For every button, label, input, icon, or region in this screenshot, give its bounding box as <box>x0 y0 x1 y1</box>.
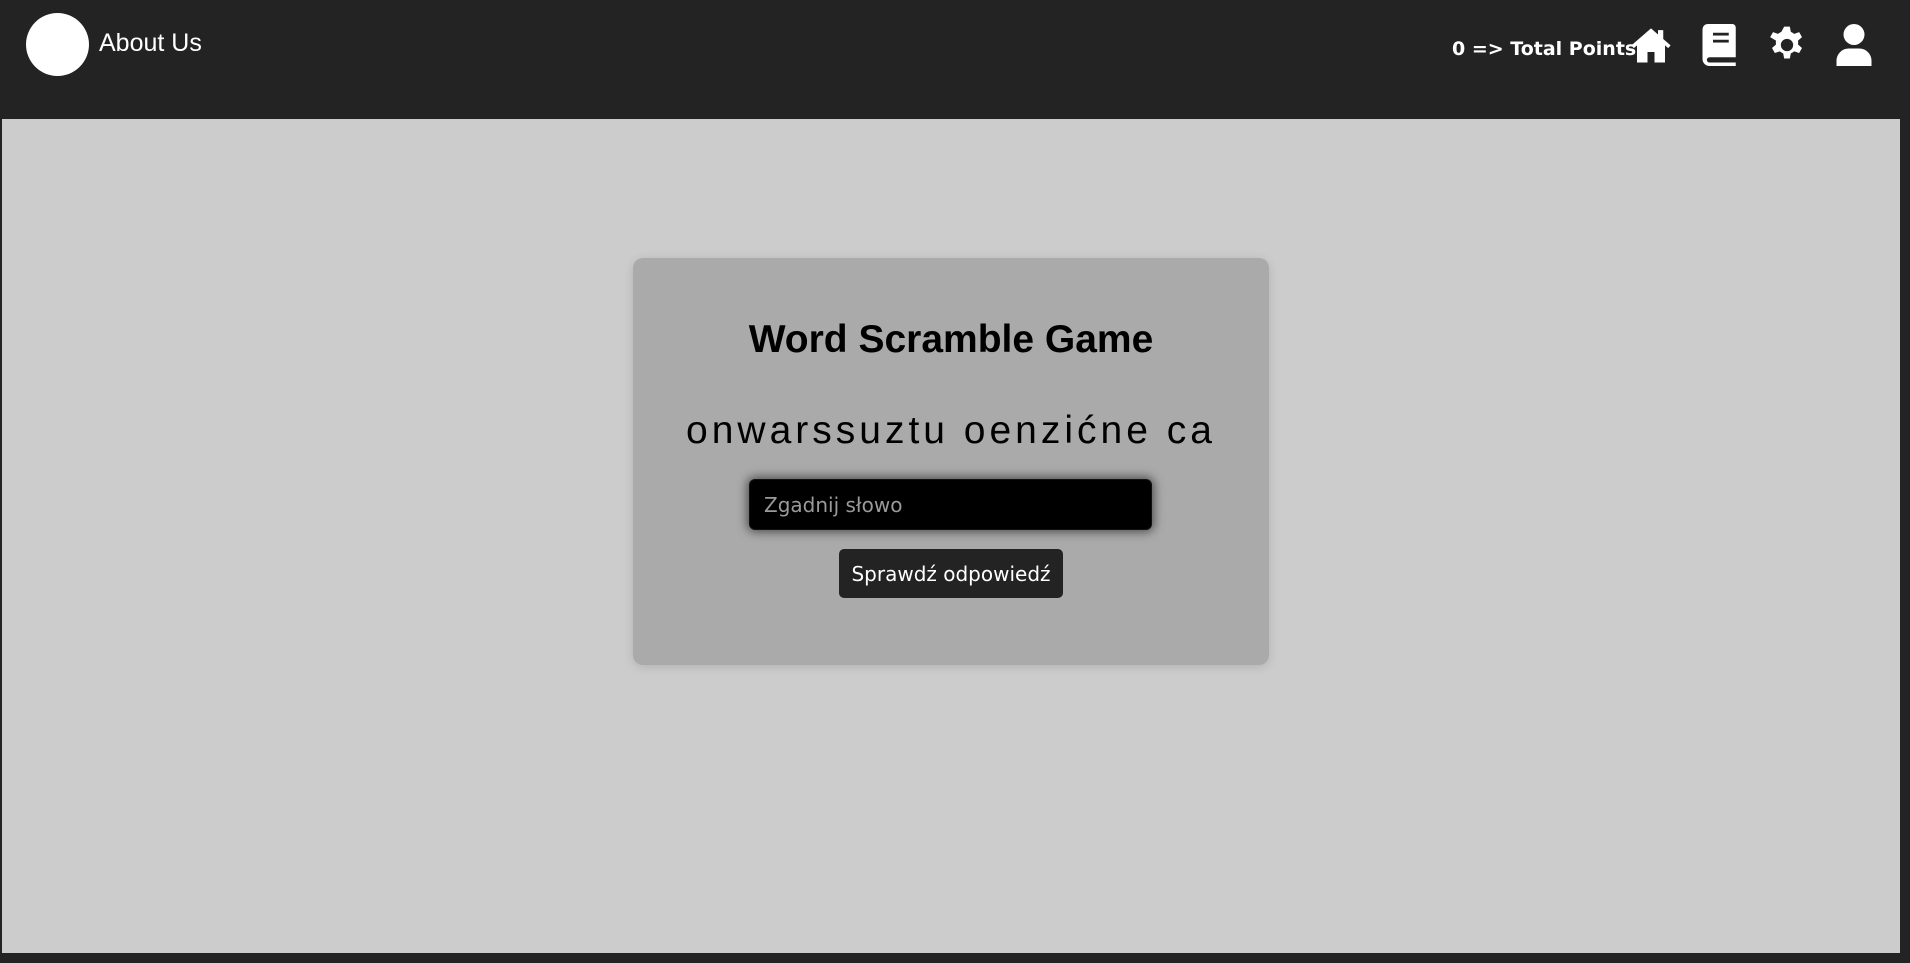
user-icon[interactable] <box>1835 24 1873 66</box>
home-icon[interactable] <box>1630 24 1672 66</box>
book-icon[interactable] <box>1701 24 1739 66</box>
gear-icon[interactable] <box>1767 24 1807 66</box>
about-us-link[interactable]: About Us <box>99 29 202 58</box>
scrambled-word: onwarssuztu oenzićne ca <box>686 409 1216 452</box>
check-answer-button[interactable]: Sprawdź odpowiedź <box>839 549 1063 598</box>
total-points-counter: 0 => Total Points <box>1452 38 1637 60</box>
guess-input[interactable] <box>749 479 1152 530</box>
top-navbar: About Us 0 => Total Points <box>0 0 1910 119</box>
logo-circle[interactable] <box>26 13 89 76</box>
game-title: Word Scramble Game <box>748 318 1154 361</box>
